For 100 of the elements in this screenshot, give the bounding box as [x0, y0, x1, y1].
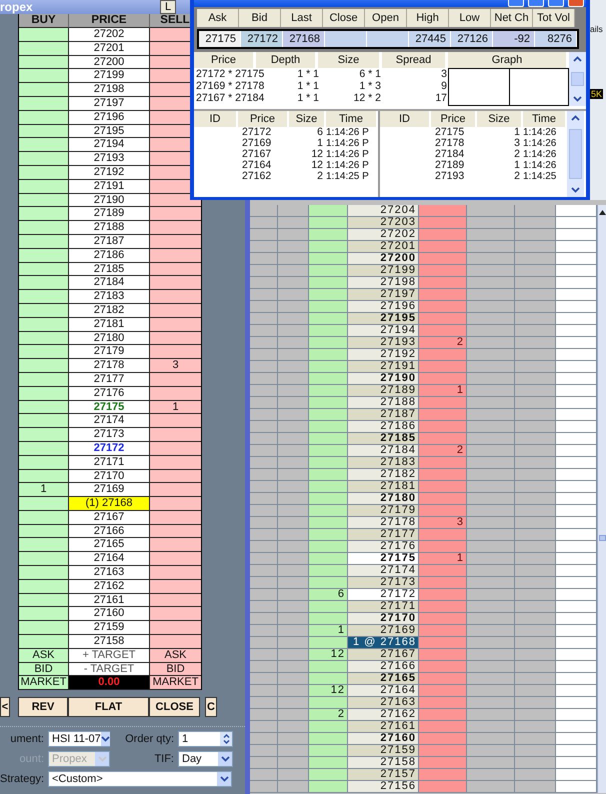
- bid-size-cell[interactable]: [309, 205, 348, 217]
- title-bar-button[interactable]: [528, 0, 544, 7]
- ask-size-cell[interactable]: [419, 313, 467, 325]
- ask-size-cell[interactable]: [419, 625, 467, 637]
- bid-size-cell[interactable]: [309, 769, 348, 781]
- buy-cell[interactable]: [19, 332, 69, 346]
- bid-size-cell[interactable]: [309, 457, 348, 469]
- sell-cell[interactable]: [150, 607, 201, 622]
- buy-cell[interactable]: [19, 538, 69, 552]
- sell-cell[interactable]: [150, 497, 201, 511]
- sell-action-cell[interactable]: MARKET: [150, 676, 201, 690]
- sell-cell[interactable]: [150, 552, 201, 566]
- buy-cell[interactable]: [19, 96, 69, 111]
- ask-size-cell[interactable]: [419, 673, 467, 685]
- buy-cell[interactable]: [19, 414, 69, 428]
- buy-cell[interactable]: [19, 524, 69, 538]
- bid-size-cell[interactable]: [309, 733, 348, 745]
- buy-cell[interactable]: [19, 497, 69, 511]
- ask-size-cell[interactable]: [419, 349, 467, 361]
- buy-cell[interactable]: [19, 166, 69, 180]
- target-cell[interactable]: 0.00: [69, 676, 150, 690]
- bid-size-cell[interactable]: [309, 481, 348, 493]
- sell-cell[interactable]: [150, 290, 201, 304]
- buy-cell[interactable]: [19, 290, 69, 304]
- ask-size-cell[interactable]: [419, 277, 467, 289]
- ask-size-cell[interactable]: [419, 649, 467, 661]
- bid-size-cell[interactable]: [309, 433, 348, 445]
- sell-cell[interactable]: 3: [150, 359, 201, 373]
- bid-size-cell[interactable]: [309, 517, 348, 529]
- action-button[interactable]: <: [0, 697, 10, 718]
- scrollbar[interactable]: [569, 52, 586, 106]
- buy-cell[interactable]: [19, 372, 69, 387]
- buy-cell[interactable]: [19, 28, 69, 42]
- ask-size-cell[interactable]: [419, 433, 467, 445]
- quantity-field[interactable]: 1: [178, 730, 233, 747]
- sell-action-cell[interactable]: ASK: [150, 648, 201, 663]
- sell-cell[interactable]: [150, 538, 201, 552]
- buy-cell[interactable]: [19, 276, 69, 290]
- sell-cell[interactable]: [150, 621, 201, 636]
- ask-size-cell[interactable]: [419, 589, 467, 601]
- buy-cell[interactable]: [19, 194, 69, 208]
- sell-cell[interactable]: [150, 470, 201, 484]
- scrollbar[interactable]: [567, 111, 584, 197]
- sell-cell[interactable]: [150, 456, 201, 470]
- buy-cell[interactable]: [19, 580, 69, 594]
- bid-size-cell[interactable]: [309, 469, 348, 481]
- sell-cell[interactable]: [150, 304, 201, 318]
- bid-size-cell[interactable]: [309, 661, 348, 673]
- sell-cell[interactable]: [150, 594, 201, 608]
- bid-size-cell[interactable]: [309, 385, 348, 397]
- ask-size-cell[interactable]: [419, 265, 467, 277]
- sell-cell[interactable]: [150, 372, 201, 387]
- sell-cell[interactable]: [150, 248, 201, 263]
- buy-cell[interactable]: [19, 152, 69, 166]
- title-bar-button[interactable]: [548, 0, 564, 7]
- buy-cell[interactable]: [19, 428, 69, 442]
- buy-cell[interactable]: [19, 635, 69, 649]
- scrollbar[interactable]: [597, 205, 606, 793]
- sell-cell[interactable]: [150, 414, 201, 428]
- bid-size-cell[interactable]: [309, 721, 348, 733]
- bid-size-cell[interactable]: [309, 373, 348, 385]
- buy-cell[interactable]: [19, 318, 69, 332]
- buy-cell[interactable]: [19, 69, 69, 84]
- tif-dropdown[interactable]: Day: [178, 750, 233, 767]
- bid-size-cell[interactable]: [309, 253, 348, 265]
- bid-size-cell[interactable]: [309, 313, 348, 325]
- buy-cell[interactable]: [19, 83, 69, 97]
- bid-size-cell[interactable]: [309, 421, 348, 433]
- sell-cell[interactable]: [150, 234, 201, 249]
- ask-size-cell[interactable]: [419, 565, 467, 577]
- bid-size-cell[interactable]: [309, 325, 348, 337]
- buy-cell[interactable]: [19, 442, 69, 456]
- ask-size-cell[interactable]: [419, 757, 467, 769]
- sell-cell[interactable]: [150, 524, 201, 538]
- strategy-dropdown[interactable]: <Custom>: [48, 770, 232, 787]
- sell-action-cell[interactable]: BID: [150, 662, 201, 676]
- bid-size-cell[interactable]: [309, 229, 348, 241]
- sell-cell[interactable]: [150, 428, 201, 442]
- bid-size-cell[interactable]: [309, 445, 348, 457]
- ask-size-cell[interactable]: [419, 409, 467, 421]
- ask-size-cell[interactable]: [419, 421, 467, 433]
- buy-cell[interactable]: [19, 56, 69, 70]
- ask-size-cell[interactable]: [419, 217, 467, 229]
- sell-cell[interactable]: [150, 580, 201, 594]
- ask-size-cell[interactable]: [419, 505, 467, 517]
- ask-size-cell[interactable]: 1: [419, 385, 467, 397]
- ask-size-cell[interactable]: 2: [419, 337, 467, 349]
- buy-action-cell[interactable]: ASK: [19, 648, 69, 663]
- buy-cell[interactable]: 1: [19, 483, 69, 498]
- buy-cell[interactable]: [19, 566, 69, 580]
- action-button[interactable]: C: [205, 697, 217, 718]
- bid-size-cell[interactable]: 2: [309, 709, 348, 721]
- sell-cell[interactable]: [150, 221, 201, 235]
- bid-size-cell[interactable]: 1: [309, 625, 348, 637]
- bid-size-cell[interactable]: [309, 697, 348, 709]
- buy-cell[interactable]: [19, 138, 69, 152]
- bid-size-cell[interactable]: [309, 577, 348, 589]
- bid-size-cell[interactable]: [309, 781, 348, 793]
- ask-size-cell[interactable]: [419, 241, 467, 253]
- buy-cell[interactable]: [19, 510, 69, 525]
